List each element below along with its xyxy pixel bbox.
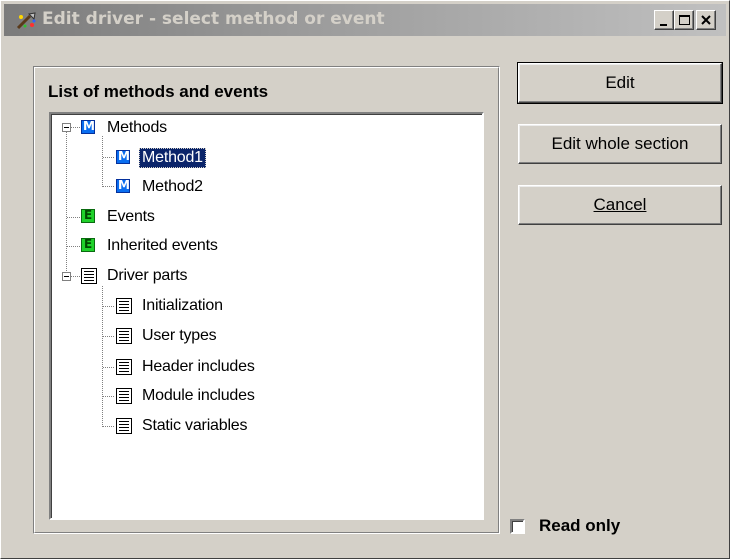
method-icon: M [81,119,95,134]
tree-node-static-variables[interactable]: Static variables [116,415,250,437]
collapse-methods-toggle[interactable] [62,123,71,132]
document-icon [116,359,132,375]
document-icon [116,298,132,314]
close-button[interactable] [696,10,716,30]
tree-node-driver-parts[interactable]: Driver parts [81,265,190,287]
edit-driver-dialog: Edit driver - select method or event Lis… [0,0,730,559]
document-icon [116,418,132,434]
cancel-button[interactable]: Cancel [518,185,722,225]
tree-node-label: Method1 [139,148,206,168]
tree-node-initialization[interactable]: Initialization [116,295,226,317]
window-title: Edit driver - select method or event [42,9,385,29]
tree-node-user-types[interactable]: User types [116,325,219,347]
tree-node-label: Static variables [142,417,248,434]
cancel-button-label: Cancel [593,195,647,214]
tree-node-label: Methods [107,119,167,136]
event-icon: E [81,237,97,254]
tree-node-label: Inherited events [107,237,218,254]
method-icon: M [116,178,130,193]
document-icon [116,328,132,344]
tree-node-label: Initialization [142,297,223,314]
tree-node-module-includes[interactable]: Module includes [116,385,258,407]
tree-node-label: Header includes [142,358,255,375]
methods-tree[interactable]: M Methods M Method1 M Method2 E Events E… [49,112,484,520]
tree-node-label: Driver parts [107,267,188,284]
event-icon: E [81,208,97,225]
document-icon [116,388,132,404]
tree-node-methods[interactable]: M Methods [81,117,170,139]
app-icon [16,12,36,30]
tree-node-label: User types [142,327,217,344]
read-only-label: Read only [539,516,621,535]
tree-node-label: Events [107,208,155,225]
tree-node-events[interactable]: E Events [81,206,158,228]
minimize-button[interactable] [654,10,674,30]
tree-node-label: Module includes [142,387,255,404]
read-only-checkbox[interactable] [510,518,525,534]
edit-button[interactable]: Edit [517,62,723,104]
close-icon [701,15,711,25]
panel-title: List of methods and events [48,82,269,101]
tree-node-method1[interactable]: M Method1 [116,147,206,169]
maximize-button[interactable] [674,10,694,30]
title-bar[interactable]: Edit driver - select method or event [4,4,726,36]
read-only-option[interactable]: Read only [510,514,620,538]
tree-node-method2[interactable]: M Method2 [116,176,206,198]
edit-whole-section-button[interactable]: Edit whole section [518,124,722,164]
tree-node-header-includes[interactable]: Header includes [116,356,258,378]
document-icon [81,268,97,284]
minimize-icon [660,24,667,26]
tree-node-label: Method2 [142,178,203,195]
collapse-driver-parts-toggle[interactable] [62,272,71,281]
maximize-icon [679,15,690,25]
method-icon: M [116,149,130,164]
tree-node-inherited-events[interactable]: E Inherited events [81,235,221,257]
